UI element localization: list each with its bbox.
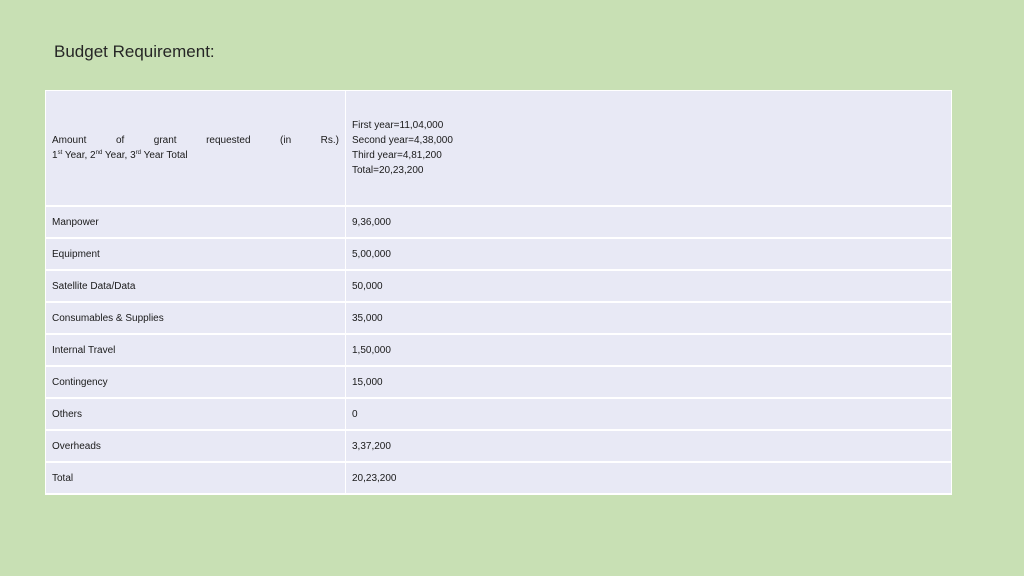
first-year-amount: First year=11,04,000 (352, 120, 444, 131)
table-row: Total 20,23,200 (45, 461, 952, 495)
label-text: Year, 2 (62, 150, 96, 161)
label-word: requested (206, 135, 251, 146)
table-row: Others 0 (45, 397, 952, 431)
row-label: Internal Travel (45, 333, 346, 367)
table-row: Manpower 9,36,000 (45, 205, 952, 239)
row-value: 50,000 (345, 269, 952, 303)
row-value: 15,000 (345, 365, 952, 399)
label-word: of (115, 135, 125, 146)
label-text: Year Total (141, 150, 188, 161)
label-word: grant (153, 135, 177, 146)
table-row: Overheads 3,37,200 (45, 429, 952, 463)
grant-amount-label-cell: Amount of grant requested (in Rs.) 1st Y… (45, 90, 346, 207)
row-value: 1,50,000 (345, 333, 952, 367)
grant-amount-label-line2: 1st Year, 2nd Year, 3rd Year Total (52, 148, 339, 163)
budget-table: Amount of grant requested (in Rs.) 1st Y… (45, 90, 952, 495)
row-value: 20,23,200 (345, 461, 952, 495)
row-label: Consumables & Supplies (45, 301, 346, 335)
third-year-amount: Third year=4,81,200 (352, 150, 442, 161)
table-row: Internal Travel 1,50,000 (45, 333, 952, 367)
row-value: 0 (345, 397, 952, 431)
row-value: 35,000 (345, 301, 952, 335)
table-row: Contingency 15,000 (45, 365, 952, 399)
table-row: Satellite Data/Data 50,000 (45, 269, 952, 303)
label-text: Year, 3 (102, 150, 136, 161)
row-label: Satellite Data/Data (45, 269, 346, 303)
yearly-breakdown-cell: First year=11,04,000 Second year=4,38,00… (345, 90, 952, 207)
label-word: Rs.) (320, 135, 339, 146)
row-value: 5,00,000 (345, 237, 952, 271)
row-label: Manpower (45, 205, 346, 239)
row-label: Others (45, 397, 346, 431)
row-label: Overheads (45, 429, 346, 463)
page-title: Budget Requirement: (54, 42, 215, 61)
label-word: Amount (52, 135, 87, 146)
second-year-amount: Second year=4,38,000 (352, 135, 453, 146)
row-value: 3,37,200 (345, 429, 952, 463)
row-label: Contingency (45, 365, 346, 399)
row-label: Equipment (45, 237, 346, 271)
row-label: Total (45, 461, 346, 495)
row-value: 9,36,000 (345, 205, 952, 239)
label-word: (in (280, 135, 292, 146)
table-row: Consumables & Supplies 35,000 (45, 301, 952, 335)
total-amount: Total=20,23,200 (352, 165, 424, 176)
table-header-row: Amount of grant requested (in Rs.) 1st Y… (45, 90, 952, 207)
grant-amount-label-line1: Amount of grant requested (in Rs.) (52, 133, 339, 148)
table-row: Equipment 5,00,000 (45, 237, 952, 271)
